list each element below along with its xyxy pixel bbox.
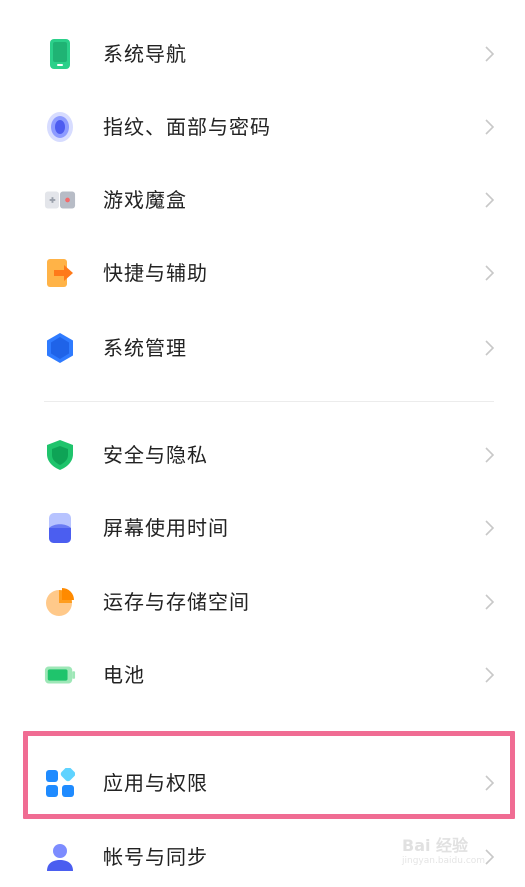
highlight-box	[23, 731, 515, 819]
shield-icon	[44, 439, 76, 471]
setting-label: 帐号与同步	[103, 845, 208, 869]
setting-row-battery[interactable]: 电池	[0, 645, 525, 705]
baidu-watermark: Bai 经验 jingyan.baidu.com	[402, 832, 520, 872]
setting-label: 系统管理	[103, 336, 187, 360]
chevron-right-icon	[485, 520, 495, 536]
account-icon	[44, 841, 76, 873]
setting-row-screen-time[interactable]: 屏幕使用时间	[0, 498, 525, 558]
setting-label: 运存与存储空间	[103, 590, 250, 614]
watermark-logo: Bai 经验	[402, 836, 469, 855]
setting-label: 屏幕使用时间	[103, 516, 229, 540]
setting-row-fingerprint[interactable]: 指纹、面部与密码	[0, 97, 525, 157]
chevron-right-icon	[485, 594, 495, 610]
system-manage-icon	[44, 332, 76, 364]
watermark-url: jingyan.baidu.com	[402, 856, 486, 866]
setting-label: 系统导航	[103, 42, 187, 66]
section-divider	[44, 401, 494, 402]
setting-label: 指纹、面部与密码	[103, 115, 271, 139]
setting-row-storage[interactable]: 运存与存储空间	[0, 572, 525, 632]
setting-row-shortcut[interactable]: 快捷与辅助	[0, 243, 525, 303]
setting-row-system-navigation[interactable]: 系统导航	[0, 24, 525, 84]
setting-label: 电池	[103, 663, 145, 687]
setting-label: 快捷与辅助	[103, 261, 208, 285]
phone-nav-icon	[44, 38, 76, 70]
setting-row-system-management[interactable]: 系统管理	[0, 318, 525, 378]
shortcut-icon	[44, 257, 76, 289]
chevron-right-icon	[485, 667, 495, 683]
chevron-right-icon	[485, 119, 495, 135]
fingerprint-icon	[44, 111, 76, 143]
setting-row-game-box[interactable]: 游戏魔盒	[0, 170, 525, 230]
setting-row-security-privacy[interactable]: 安全与隐私	[0, 425, 525, 485]
chevron-right-icon	[485, 46, 495, 62]
chevron-right-icon	[485, 265, 495, 281]
chevron-right-icon	[485, 340, 495, 356]
setting-label: 游戏魔盒	[103, 188, 187, 212]
setting-label: 安全与隐私	[103, 443, 208, 467]
settings-screen: { "settings": { "items": [ {"label": "系统…	[0, 0, 525, 877]
game-box-icon	[44, 184, 76, 216]
storage-pie-icon	[44, 586, 76, 618]
chevron-right-icon	[485, 447, 495, 463]
screen-time-icon	[44, 512, 76, 544]
chevron-right-icon	[485, 192, 495, 208]
battery-icon	[44, 659, 76, 691]
